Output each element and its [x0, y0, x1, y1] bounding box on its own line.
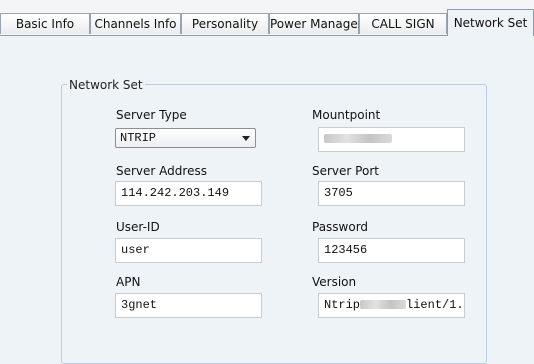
- server-type-label: Server Type: [116, 108, 187, 122]
- user-id-label: User-ID: [116, 220, 160, 234]
- redacted-version: [360, 300, 407, 310]
- apn-field[interactable]: 3gnet: [115, 293, 262, 318]
- server-port-field[interactable]: 3705: [318, 181, 465, 206]
- tab-call-sign[interactable]: CALL SIGN: [359, 13, 447, 34]
- version-field[interactable]: Ntrip lient/1.0: [318, 293, 465, 318]
- server-type-value: NTRIP: [120, 131, 157, 145]
- password-label: Password: [312, 220, 369, 234]
- apn-label: APN: [116, 275, 141, 289]
- tab-channels-info[interactable]: Channels Info: [90, 13, 181, 34]
- password-field[interactable]: 123456: [318, 238, 465, 263]
- tab-basic-info[interactable]: Basic Info: [0, 13, 90, 34]
- server-address-label: Server Address: [116, 164, 207, 178]
- user-id-field[interactable]: user: [115, 238, 262, 263]
- version-label: Version: [312, 275, 357, 289]
- tab-power-manager[interactable]: Power Manager: [269, 13, 363, 34]
- mountpoint-label: Mountpoint: [312, 108, 381, 122]
- group-title: Network Set: [67, 78, 145, 92]
- version-value-start: Ntrip: [324, 298, 361, 312]
- mountpoint-field[interactable]: [318, 127, 465, 152]
- tab-personality[interactable]: Personality: [181, 13, 269, 34]
- chevron-down-icon: [242, 136, 250, 141]
- server-port-label: Server Port: [312, 164, 379, 178]
- server-address-field[interactable]: 114.242.203.149: [115, 181, 262, 206]
- version-value-end: lient/1.0: [406, 298, 465, 312]
- server-type-select[interactable]: NTRIP: [115, 128, 256, 148]
- tab-bar: Basic Info Channels Info Personality Pow…: [0, 0, 534, 36]
- redacted-mountpoint: [324, 134, 392, 144]
- tab-network-set[interactable]: Network Set: [447, 9, 534, 36]
